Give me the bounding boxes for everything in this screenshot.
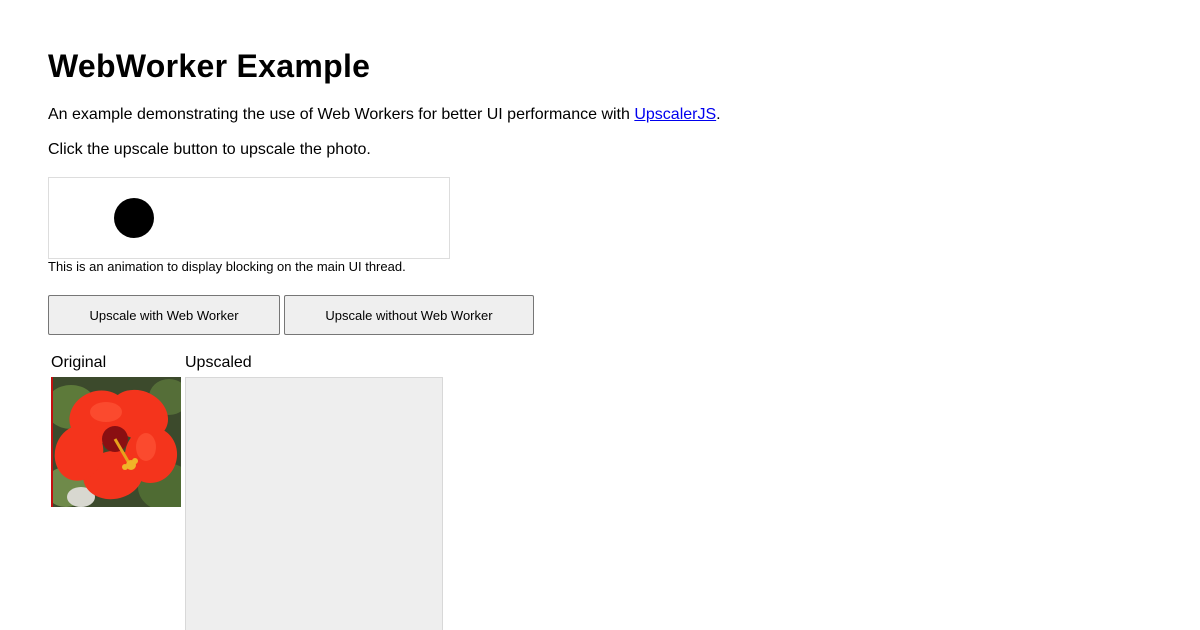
animation-ball [114, 198, 154, 238]
instruction-text: Click the upscale button to upscale the … [48, 141, 371, 158]
upscale-without-worker-button[interactable]: Upscale without Web Worker [284, 295, 534, 335]
animation-caption: This is an animation to display blocking… [48, 259, 406, 274]
page-title: WebWorker Example [48, 48, 371, 84]
intro-paragraph: An example demonstrating the use of Web … [48, 106, 721, 124]
upscaled-label: Upscaled [185, 354, 252, 371]
intro-end: . [716, 106, 721, 123]
original-image [51, 377, 181, 507]
flower-photo [51, 377, 181, 507]
upscaled-image-placeholder [185, 377, 443, 630]
original-label: Original [51, 354, 107, 371]
upscale-with-worker-button[interactable]: Upscale with Web Worker [48, 295, 280, 335]
intro-text: An example demonstrating the use of Web … [48, 106, 635, 123]
animation-box [48, 177, 450, 259]
upscalerjs-link[interactable]: UpscalerJS [634, 106, 716, 123]
